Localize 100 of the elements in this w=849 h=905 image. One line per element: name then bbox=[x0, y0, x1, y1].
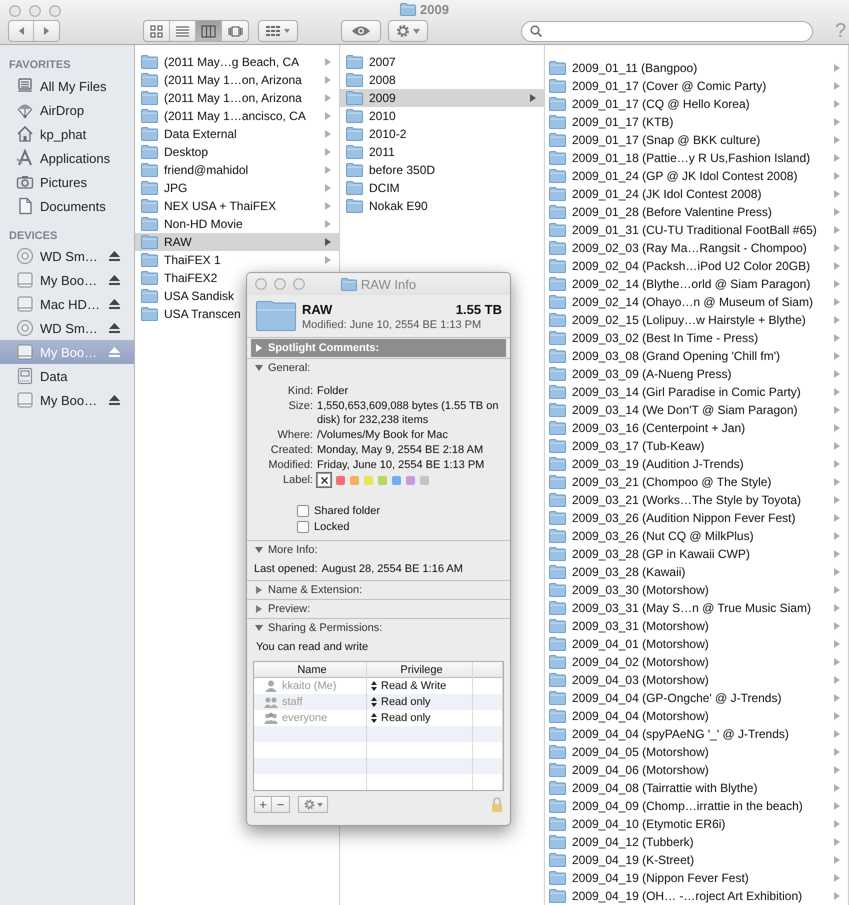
disclosure-triangle-icon[interactable] bbox=[255, 586, 263, 594]
folder-row[interactable]: 2011 bbox=[340, 143, 544, 161]
folder-row[interactable]: 2009_04_08 (Tairrattie with Blythe) bbox=[545, 779, 848, 797]
folder-row[interactable]: (2011 May 1…on, Arizona bbox=[135, 89, 339, 107]
folder-row[interactable]: 2009_03_09 (A-Nueng Press) bbox=[545, 365, 848, 383]
label-color-swatch[interactable] bbox=[420, 476, 429, 484]
search-field[interactable] bbox=[521, 20, 813, 42]
folder-row[interactable]: 2009_02_15 (Lolipuy…w Hairstyle + Blythe) bbox=[545, 311, 848, 329]
window-control-icon[interactable] bbox=[9, 4, 21, 16]
folder-row[interactable]: 2009_03_21 (Chompoo @ The Style) bbox=[545, 473, 848, 491]
section-header[interactable]: Name & Extension: bbox=[247, 581, 510, 599]
window-control-icon[interactable] bbox=[255, 278, 267, 290]
folder-row[interactable]: 2009_01_11 (Bangpoo) bbox=[545, 59, 848, 77]
folder-row[interactable]: 2009_04_19 (OH… -…roject Art Exhibition) bbox=[545, 887, 848, 905]
disclosure-triangle-icon[interactable] bbox=[255, 624, 263, 632]
folder-row[interactable]: 2009_04_04 (spyPAeNG '_' @ J-Trends) bbox=[545, 725, 848, 743]
folder-row[interactable]: (2011 May 1…on, Arizona bbox=[135, 71, 339, 89]
folder-row[interactable]: 2009_01_17 (KTB) bbox=[545, 113, 848, 131]
window-control-icon[interactable] bbox=[29, 4, 41, 16]
sidebar-item[interactable]: AirDrop bbox=[0, 98, 134, 122]
folder-row[interactable]: 2009_03_14 (We Don'T @ Siam Paragon) bbox=[545, 401, 848, 419]
folder-row[interactable]: 2009_04_03 (Motorshow) bbox=[545, 671, 848, 689]
folder-row[interactable]: 2009_02_04 (Packsh…iPod U2 Color 20GB) bbox=[545, 257, 848, 275]
remove-button[interactable]: − bbox=[272, 797, 289, 812]
folder-row[interactable]: Desktop bbox=[135, 143, 339, 161]
folder-row[interactable]: ThaiFEX 1 bbox=[135, 251, 339, 269]
folder-row[interactable]: 2009_04_06 (Motorshow) bbox=[545, 761, 848, 779]
add-button[interactable]: + bbox=[255, 797, 272, 812]
folder-row[interactable]: NEX USA + ThaiFEX bbox=[135, 197, 339, 215]
folder-row[interactable]: Non-HD Movie bbox=[135, 215, 339, 233]
view-mode-control[interactable] bbox=[143, 20, 249, 42]
window-control-icon[interactable] bbox=[49, 4, 61, 16]
privilege-popup[interactable]: Read only bbox=[367, 694, 473, 710]
folder-row[interactable]: 2009_03_28 (Kawaii) bbox=[545, 563, 848, 581]
folder-row[interactable]: 2009_01_28 (Before Valentine Press) bbox=[545, 203, 848, 221]
eject-icon[interactable] bbox=[109, 275, 120, 285]
folder-row[interactable]: 2009_03_08 (Grand Opening 'Chill fm') bbox=[545, 347, 848, 365]
sidebar-item[interactable]: My Boo… bbox=[0, 388, 134, 412]
folder-row[interactable]: 2010 bbox=[340, 107, 544, 125]
folder-row[interactable]: 2009_01_18 (Pattie…y R Us,Fashion Island) bbox=[545, 149, 848, 167]
label-color-swatch[interactable] bbox=[336, 476, 345, 484]
column-header[interactable]: Name bbox=[254, 662, 367, 678]
folder-row[interactable]: 2009_01_17 (Cover @ Comic Party) bbox=[545, 77, 848, 95]
folder-row[interactable]: 2009_04_02 (Motorshow) bbox=[545, 653, 848, 671]
folder-row[interactable]: ThaiFEX2 bbox=[135, 269, 339, 287]
folder-row[interactable]: 2009_04_04 (GP-Ongche' @ J-Trends) bbox=[545, 689, 848, 707]
sidebar-item[interactable]: WD Sm… bbox=[0, 244, 134, 268]
folder-row[interactable]: 2009_04_01 (Motorshow) bbox=[545, 635, 848, 653]
arrange-button[interactable] bbox=[258, 20, 298, 42]
folder-row[interactable]: JPG bbox=[135, 179, 339, 197]
label-color-swatch[interactable] bbox=[378, 476, 387, 484]
sidebar-item[interactable]: All My Files bbox=[0, 74, 134, 98]
column-header[interactable]: Privilege bbox=[367, 662, 473, 678]
eject-icon[interactable] bbox=[109, 299, 120, 309]
section-header[interactable]: Preview: bbox=[247, 600, 510, 618]
folder-row[interactable]: 2009 bbox=[340, 89, 544, 107]
folder-row[interactable]: 2009_01_17 (Snap @ BKK culture) bbox=[545, 131, 848, 149]
folder-row[interactable]: 2009_04_05 (Motorshow) bbox=[545, 743, 848, 761]
folder-row[interactable]: DCIM bbox=[340, 179, 544, 197]
folder-row[interactable]: Data External bbox=[135, 125, 339, 143]
disclosure-triangle-icon[interactable] bbox=[255, 605, 263, 613]
folder-row[interactable]: before 350D bbox=[340, 161, 544, 179]
eject-icon[interactable] bbox=[109, 323, 120, 333]
folder-row[interactable]: 2009_03_31 (Motorshow) bbox=[545, 617, 848, 635]
folder-row[interactable]: 2009_04_04 (Motorshow) bbox=[545, 707, 848, 725]
folder-row[interactable]: (2011 May…g Beach, CA bbox=[135, 53, 339, 71]
folder-row[interactable]: 2009_03_14 (Girl Paradise in Comic Party) bbox=[545, 383, 848, 401]
window-control-icon[interactable] bbox=[274, 278, 286, 290]
label-color-swatch[interactable] bbox=[406, 476, 415, 484]
folder-row[interactable]: 2008 bbox=[340, 71, 544, 89]
eject-icon[interactable] bbox=[109, 395, 120, 405]
folder-row[interactable]: 2009_03_26 (Audition Nippon Fever Fest) bbox=[545, 509, 848, 527]
sidebar-item[interactable]: WD Sm… bbox=[0, 316, 134, 340]
action-button[interactable] bbox=[388, 20, 428, 42]
label-color-swatch[interactable] bbox=[350, 476, 359, 484]
view-mode-button[interactable] bbox=[196, 21, 222, 41]
folder-row[interactable]: 2009_01_31 (CU-TU Traditional FootBall #65) bbox=[545, 221, 848, 239]
sidebar-item[interactable]: Data bbox=[0, 364, 134, 388]
folder-row[interactable]: 2009_03_31 (May S…n @ True Music Siam) bbox=[545, 599, 848, 617]
folder-row[interactable]: 2009_01_17 (CQ @ Hello Korea) bbox=[545, 95, 848, 113]
folder-row[interactable]: 2009_02_14 (Ohayo…n @ Museum of Siam) bbox=[545, 293, 848, 311]
section-header[interactable]: More Info: bbox=[247, 541, 510, 559]
sidebar-item[interactable]: Applications bbox=[0, 146, 134, 170]
folder-row[interactable]: 2010-2 bbox=[340, 125, 544, 143]
folder-row[interactable]: 2007 bbox=[340, 53, 544, 71]
section-header[interactable]: General: bbox=[247, 359, 510, 377]
folder-row[interactable]: 2009_03_28 (GP in Kawaii CWP) bbox=[545, 545, 848, 563]
disclosure-triangle-icon[interactable] bbox=[255, 364, 263, 372]
folder-row[interactable]: 2009_03_17 (Tub-Keaw) bbox=[545, 437, 848, 455]
section-header[interactable]: Sharing & Permissions: bbox=[247, 619, 510, 637]
folder-row[interactable]: 2009_03_19 (Audition J-Trends) bbox=[545, 455, 848, 473]
quick-look-button[interactable] bbox=[341, 20, 381, 42]
folder-row[interactable]: 2009_02_14 (Blythe…orld @ Siam Paragon) bbox=[545, 275, 848, 293]
folder-row[interactable]: 2009_04_12 (Tubberk) bbox=[545, 833, 848, 851]
sidebar-item[interactable]: Pictures bbox=[0, 170, 134, 194]
folder-row[interactable]: 2009_03_21 (Works…The Style by Toyota) bbox=[545, 491, 848, 509]
sidebar-item[interactable]: Documents bbox=[0, 194, 134, 218]
folder-row[interactable]: 2009_03_16 (Centerpoint + Jan) bbox=[545, 419, 848, 437]
folder-row[interactable]: friend@mahidol bbox=[135, 161, 339, 179]
folder-row[interactable]: 2009_04_10 (Etymotic ER6i) bbox=[545, 815, 848, 833]
